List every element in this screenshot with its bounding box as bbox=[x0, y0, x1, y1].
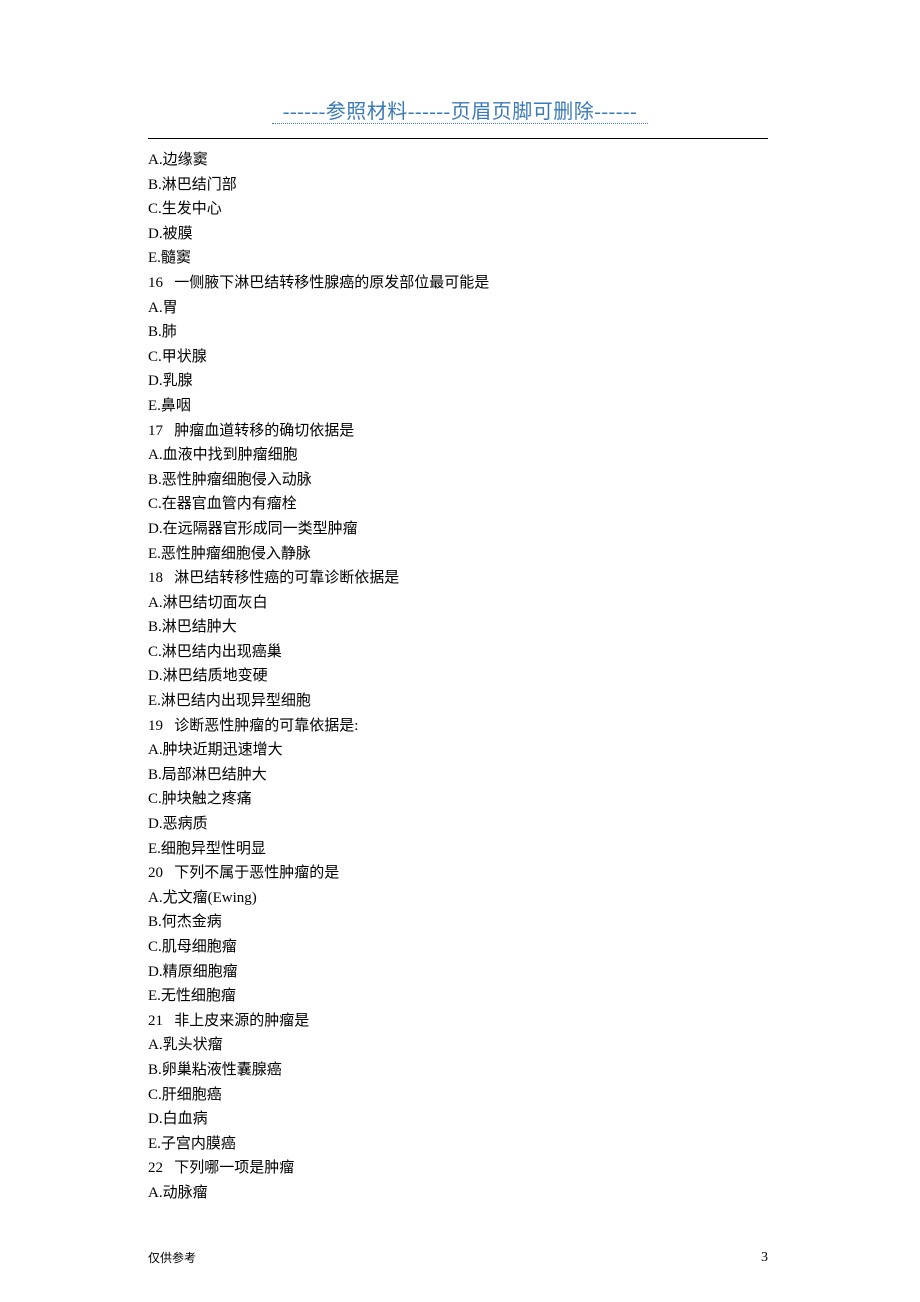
page-header: ------参照材料------页眉页脚可删除------ bbox=[0, 95, 920, 124]
text-line: A.淋巴结切面灰白 bbox=[148, 591, 768, 616]
text-line: 22 下列哪一项是肿瘤 bbox=[148, 1156, 768, 1181]
text-line: D.乳腺 bbox=[148, 369, 768, 394]
text-line: C.生发中心 bbox=[148, 197, 768, 222]
text-line: 21 非上皮来源的肿瘤是 bbox=[148, 1009, 768, 1034]
text-line: 20 下列不属于恶性肿瘤的是 bbox=[148, 861, 768, 886]
text-line: B.何杰金病 bbox=[148, 910, 768, 935]
text-line: 17 肿瘤血道转移的确切依据是 bbox=[148, 419, 768, 444]
text-line: A.动脉瘤 bbox=[148, 1181, 768, 1206]
text-line: B.卵巢粘液性囊腺癌 bbox=[148, 1058, 768, 1083]
text-line: A.尤文瘤(Ewing) bbox=[148, 886, 768, 911]
text-line: A.乳头状瘤 bbox=[148, 1033, 768, 1058]
text-line: E.恶性肿瘤细胞侵入静脉 bbox=[148, 542, 768, 567]
text-line: E.子宫内膜癌 bbox=[148, 1132, 768, 1157]
text-line: A.边缘窦 bbox=[148, 148, 768, 173]
text-line: D.被膜 bbox=[148, 222, 768, 247]
text-line: C.甲状腺 bbox=[148, 345, 768, 370]
text-line: A.胃 bbox=[148, 296, 768, 321]
text-line: B.淋巴结肿大 bbox=[148, 615, 768, 640]
text-line: 18 淋巴结转移性癌的可靠诊断依据是 bbox=[148, 566, 768, 591]
text-line: A.肿块近期迅速增大 bbox=[148, 738, 768, 763]
text-line: D.精原细胞瘤 bbox=[148, 960, 768, 985]
document-body: A.边缘窦 B.淋巴结门部 C.生发中心 D.被膜 E.髓窦 16 一侧腋下淋巴… bbox=[148, 148, 768, 1206]
page-number: 3 bbox=[761, 1250, 768, 1266]
text-line: 19 诊断恶性肿瘤的可靠依据是: bbox=[148, 714, 768, 739]
text-line: E.细胞异型性明显 bbox=[148, 837, 768, 862]
text-line: 16 一侧腋下淋巴结转移性腺癌的原发部位最可能是 bbox=[148, 271, 768, 296]
text-line: C.肌母细胞瘤 bbox=[148, 935, 768, 960]
text-line: D.在远隔器官形成同一类型肿瘤 bbox=[148, 517, 768, 542]
footer-note: 仅供参考 bbox=[148, 1249, 196, 1266]
text-line: C.在器官血管内有瘤栓 bbox=[148, 492, 768, 517]
text-line: D.恶病质 bbox=[148, 812, 768, 837]
text-line: C.淋巴结内出现癌巢 bbox=[148, 640, 768, 665]
text-line: E.无性细胞瘤 bbox=[148, 984, 768, 1009]
text-line: D.淋巴结质地变硬 bbox=[148, 664, 768, 689]
text-line: E.髓窦 bbox=[148, 246, 768, 271]
text-line: B.肺 bbox=[148, 320, 768, 345]
text-line: B.恶性肿瘤细胞侵入动脉 bbox=[148, 468, 768, 493]
text-line: C.肝细胞癌 bbox=[148, 1083, 768, 1108]
text-line: C.肿块触之疼痛 bbox=[148, 787, 768, 812]
text-line: A.血液中找到肿瘤细胞 bbox=[148, 443, 768, 468]
horizontal-rule bbox=[148, 138, 768, 139]
text-line: E.鼻咽 bbox=[148, 394, 768, 419]
text-line: E.淋巴结内出现异型细胞 bbox=[148, 689, 768, 714]
text-line: B.局部淋巴结肿大 bbox=[148, 763, 768, 788]
text-line: B.淋巴结门部 bbox=[148, 173, 768, 198]
header-underline bbox=[272, 122, 648, 124]
text-line: D.白血病 bbox=[148, 1107, 768, 1132]
